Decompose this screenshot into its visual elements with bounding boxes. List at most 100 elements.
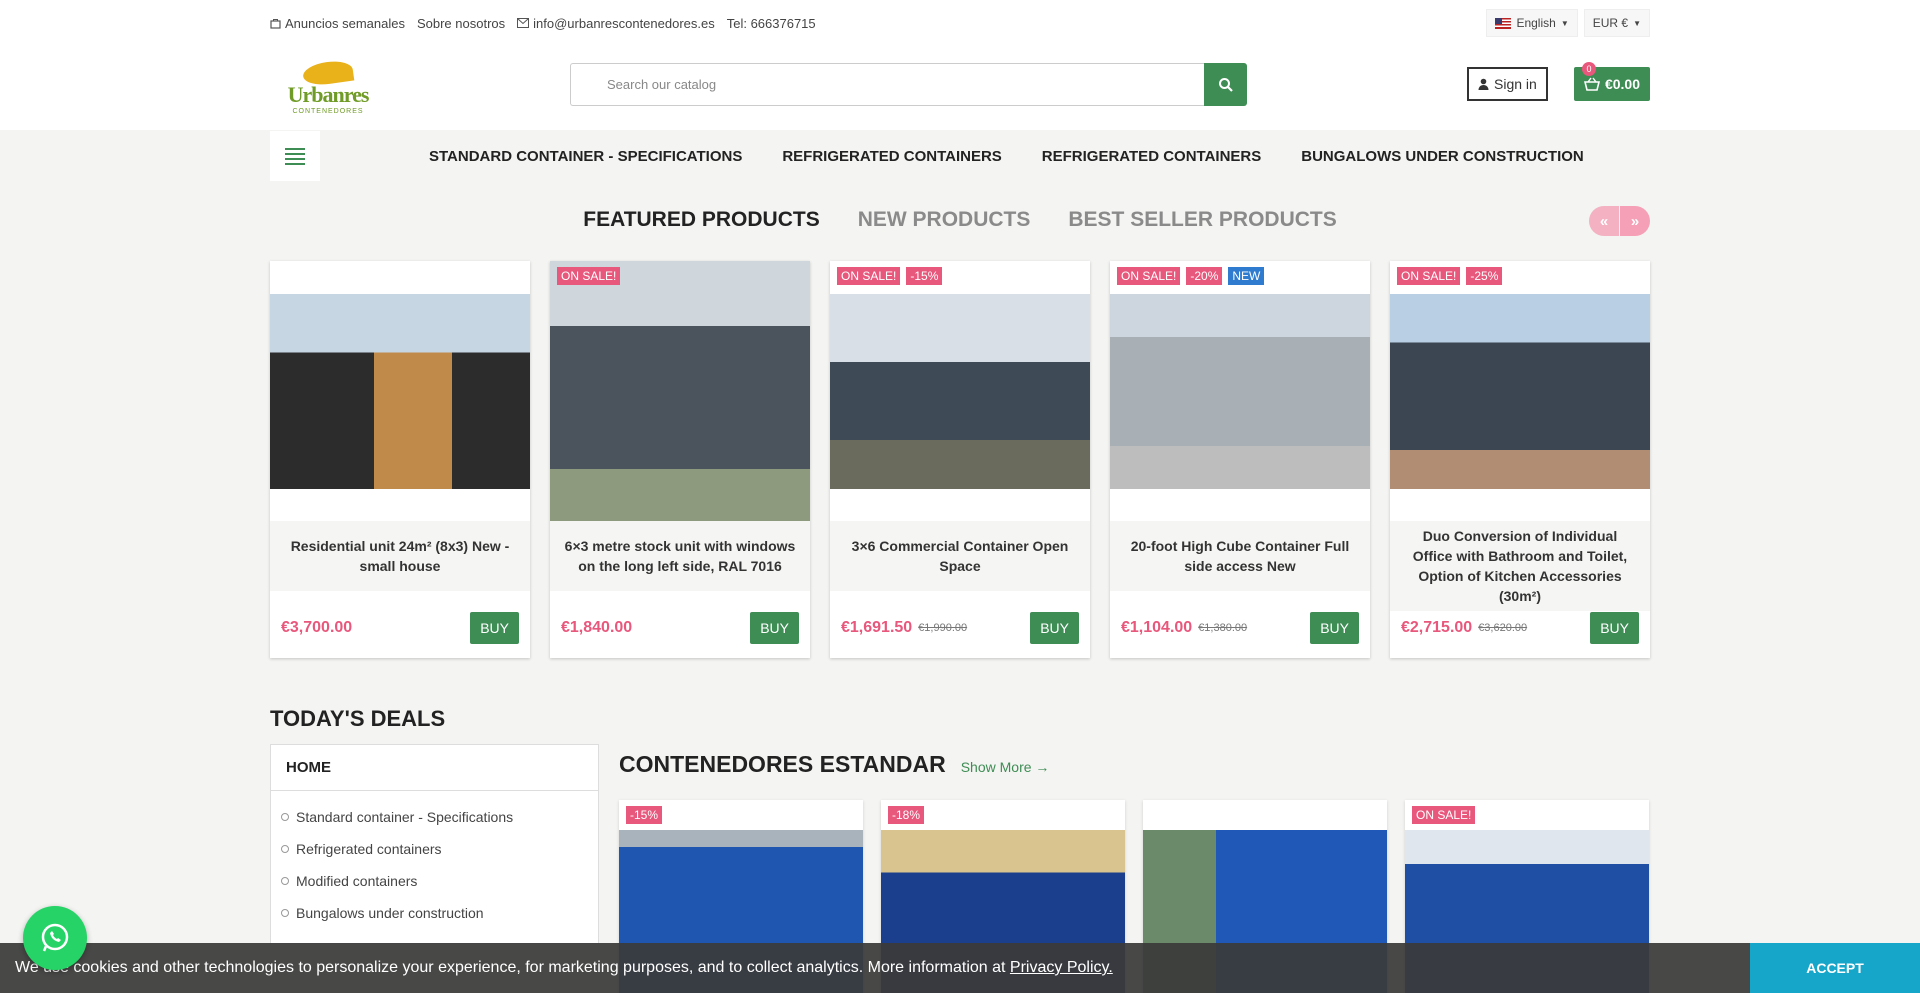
us-flag-icon xyxy=(1495,17,1512,29)
product-image[interactable]: ON SALE! -20% NEW xyxy=(1110,261,1370,521)
cookie-banner: We use cookies and other technologies to… xyxy=(0,943,1920,993)
nav-item-standard-container[interactable]: STANDARD CONTAINER - SPECIFICATIONS xyxy=(429,148,742,165)
discount-badge: -18% xyxy=(888,806,925,824)
category-header: CONTENEDORES ESTANDAR Show More → xyxy=(619,751,1650,778)
prev-arrow-icon[interactable]: « xyxy=(1589,206,1619,236)
search-button[interactable] xyxy=(1204,63,1247,106)
new-badge: NEW xyxy=(1228,267,1265,285)
product-flags: -15% xyxy=(626,806,663,824)
caret-down-icon: ▼ xyxy=(1560,18,1569,28)
accept-cookies-button[interactable]: ACCEPT xyxy=(1750,943,1920,993)
email-label: info@urbanrescontenedores.es xyxy=(533,15,715,31)
tab-new-products[interactable]: NEW PRODUCTS xyxy=(858,208,1031,232)
buy-button[interactable]: BUY xyxy=(1310,612,1359,644)
email-link[interactable]: info@urbanrescontenedores.es xyxy=(517,16,715,31)
product-image[interactable]: ON SALE! xyxy=(550,261,810,521)
product-title[interactable]: 6×3 metre stock unit with windows on the… xyxy=(550,521,810,591)
product-old-price: €1,990.00 xyxy=(918,622,968,634)
discount-badge: -20% xyxy=(1186,267,1223,285)
sidebar-item-modified[interactable]: Modified containers xyxy=(281,865,598,897)
show-more-link[interactable]: Show More → xyxy=(961,759,1050,775)
weekly-ads-label: Anuncios semanales xyxy=(285,15,405,31)
nav-item-refrigerated-containers-2[interactable]: REFRIGERATED CONTAINERS xyxy=(1042,148,1261,165)
product-carousel: Residential unit 24m² (8x3) New - small … xyxy=(270,261,1650,658)
todays-deals-heading: TODAY'S DEALS xyxy=(270,706,446,731)
product-title[interactable]: 20-foot High Cube Container Full side ac… xyxy=(1110,521,1370,591)
bag-icon xyxy=(270,18,281,29)
buy-button[interactable]: BUY xyxy=(750,612,799,644)
price-row: €1,840.00 BUY xyxy=(561,612,799,644)
sidebar-item-standard-container[interactable]: Standard container - Specifications xyxy=(281,801,598,833)
menu-toggle-button[interactable] xyxy=(270,131,320,181)
sale-badge: ON SALE! xyxy=(1412,806,1476,824)
product-card[interactable]: ON SALE! -15% 3×6 Commercial Container O… xyxy=(830,261,1090,658)
cart-total: €0.00 xyxy=(1604,76,1641,92)
product-title[interactable]: Duo Conversion of Individual Office with… xyxy=(1390,521,1650,611)
currency-dropdown[interactable]: EUR € ▼ xyxy=(1583,9,1650,37)
discount-badge: -15% xyxy=(626,806,663,824)
category-sidebar: HOME Standard container - Specifications… xyxy=(270,744,599,944)
tab-featured-products[interactable]: FEATURED PRODUCTS xyxy=(583,208,819,232)
buy-button[interactable]: BUY xyxy=(470,612,519,644)
product-title[interactable]: 3×6 Commercial Container Open Space xyxy=(830,521,1090,591)
product-image[interactable] xyxy=(270,261,530,521)
privacy-policy-link[interactable]: Privacy Policy. xyxy=(1010,959,1113,976)
language-label: English xyxy=(1516,16,1556,30)
product-price: €2,715.00 xyxy=(1401,619,1473,636)
cart-count-badge: 0 xyxy=(1582,62,1596,76)
sale-badge: ON SALE! xyxy=(1117,267,1181,285)
buy-button[interactable]: BUY xyxy=(1030,612,1079,644)
search-input[interactable] xyxy=(570,63,1204,106)
hamburger-line xyxy=(285,162,305,165)
nav-item-bungalows[interactable]: BUNGALOWS UNDER CONSTRUCTION xyxy=(1301,148,1584,165)
discount-badge: -25% xyxy=(1466,267,1503,285)
cart-button[interactable]: 0 €0.00 xyxy=(1574,62,1650,101)
product-tabs: FEATURED PRODUCTS NEW PRODUCTS BEST SELL… xyxy=(270,182,1650,258)
sign-in-button[interactable]: Sign in xyxy=(1467,67,1548,101)
currency-label: EUR € xyxy=(1592,16,1629,30)
whatsapp-button[interactable] xyxy=(23,906,87,970)
about-link[interactable]: Sobre nosotros xyxy=(417,16,505,31)
product-card[interactable]: Residential unit 24m² (8x3) New - small … xyxy=(270,261,530,658)
product-title[interactable]: Residential unit 24m² (8x3) New - small … xyxy=(270,521,530,591)
show-more-label: Show More xyxy=(960,759,1032,775)
product-flags: -18% xyxy=(888,806,925,824)
hamburger-line xyxy=(285,157,305,160)
product-image[interactable]: ON SALE! -15% xyxy=(830,261,1090,521)
user-icon xyxy=(1478,78,1489,90)
sale-badge: ON SALE! xyxy=(557,267,621,285)
search-bar xyxy=(570,63,1247,106)
sidebar-home-link[interactable]: HOME xyxy=(271,745,598,791)
sidebar-item-refrigerated[interactable]: Refrigerated containers xyxy=(281,833,598,865)
sale-badge: ON SALE! xyxy=(1397,267,1461,285)
discount-badge: -15% xyxy=(906,267,943,285)
product-card[interactable]: ON SALE! -20% NEW 20-foot High Cube Cont… xyxy=(1110,261,1370,658)
site-logo[interactable]: Urbanres CONTENEDORES xyxy=(278,50,378,126)
basket-icon xyxy=(1583,77,1600,91)
language-dropdown[interactable]: English ▼ xyxy=(1486,9,1578,37)
product-price: €1,104.00 xyxy=(1121,619,1193,636)
price-row: €3,700.00 BUY xyxy=(281,612,519,644)
sidebar-item-bungalows[interactable]: Bungalows under construction xyxy=(281,897,598,929)
carousel-arrows: « » xyxy=(1589,206,1650,236)
next-arrow-icon[interactable]: » xyxy=(1620,206,1650,236)
buy-button[interactable]: BUY xyxy=(1590,612,1639,644)
tab-best-seller-products[interactable]: BEST SELLER PRODUCTS xyxy=(1068,208,1336,232)
weekly-ads-link[interactable]: Anuncios semanales xyxy=(270,16,405,31)
product-old-price: €1,380.00 xyxy=(1198,622,1248,634)
product-image[interactable]: ON SALE! -25% xyxy=(1390,261,1650,521)
sidebar-list: Standard container - Specifications Refr… xyxy=(271,791,598,929)
product-card[interactable]: ON SALE! 6×3 metre stock unit with windo… xyxy=(550,261,810,658)
cookie-text-wrap: We use cookies and other technologies to… xyxy=(0,959,1113,977)
product-flags: ON SALE! -25% xyxy=(1397,267,1503,285)
product-price: €3,700.00 xyxy=(281,619,353,636)
whatsapp-icon xyxy=(41,923,69,952)
main-nav: STANDARD CONTAINER - SPECIFICATIONS REFR… xyxy=(429,148,1584,165)
product-price: €1,691.50 xyxy=(841,619,913,636)
product-card[interactable]: ON SALE! -25% Duo Conversion of Individu… xyxy=(1390,261,1650,658)
price-row: €1,691.50 €1,990.00 BUY xyxy=(841,612,1079,644)
caret-down-icon: ▼ xyxy=(1633,18,1641,28)
nav-item-refrigerated-containers[interactable]: REFRIGERATED CONTAINERS xyxy=(782,148,1001,165)
phone-text: Tel: 666376715 xyxy=(726,15,816,31)
search-icon xyxy=(1218,77,1233,92)
